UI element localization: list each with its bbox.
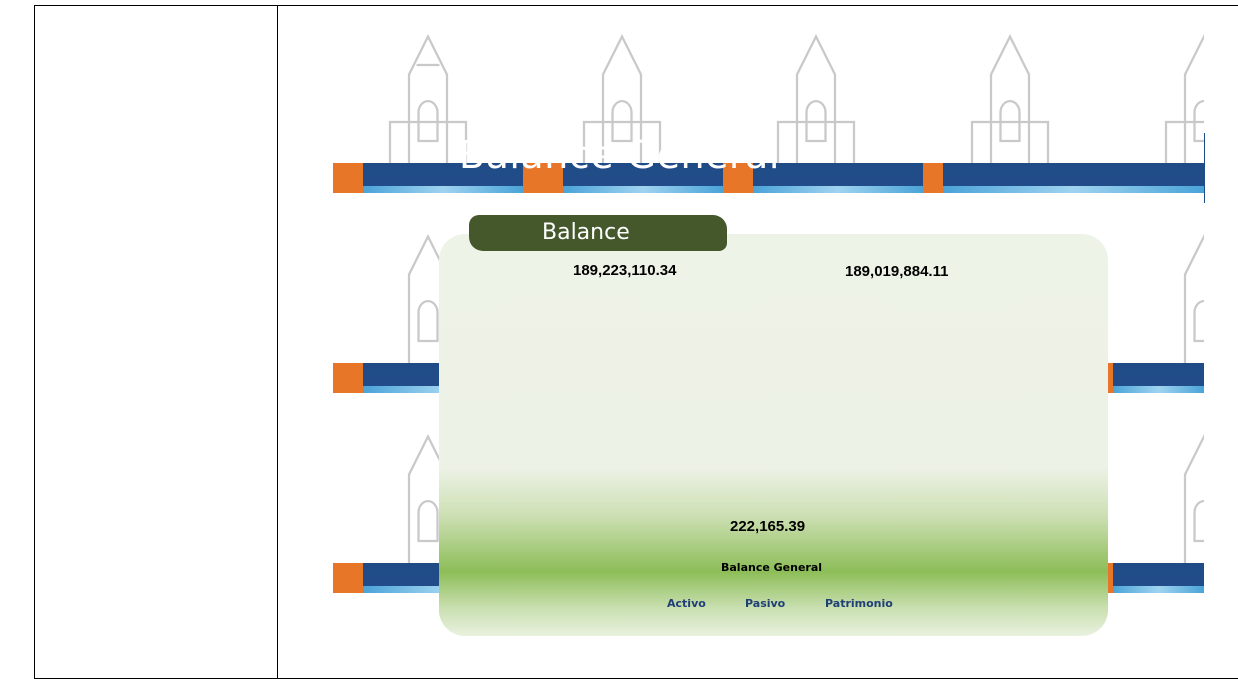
balance-subtitle: Balance General — [721, 561, 823, 574]
activo-link[interactable]: Activo — [667, 597, 706, 610]
banner-edge — [1204, 133, 1205, 203]
activo-value: 189,223,110.34 — [573, 262, 677, 279]
pasivo-link[interactable]: Pasivo — [745, 597, 785, 610]
layout-table: Balance General Balance 189,223,110.34 1… — [34, 5, 1238, 679]
page-title: Balance General — [459, 136, 780, 170]
pasivo-value: 189,019,884.11 — [845, 263, 949, 280]
balance-pill-label: Balance — [469, 215, 727, 251]
balance-panel — [439, 234, 1108, 636]
patrimonio-link[interactable]: Patrimonio — [825, 597, 893, 610]
patrimonio-value: 222,165.39 — [730, 518, 806, 535]
left-cell — [35, 6, 278, 678]
content-cell: Balance General Balance 189,223,110.34 1… — [279, 6, 1238, 678]
